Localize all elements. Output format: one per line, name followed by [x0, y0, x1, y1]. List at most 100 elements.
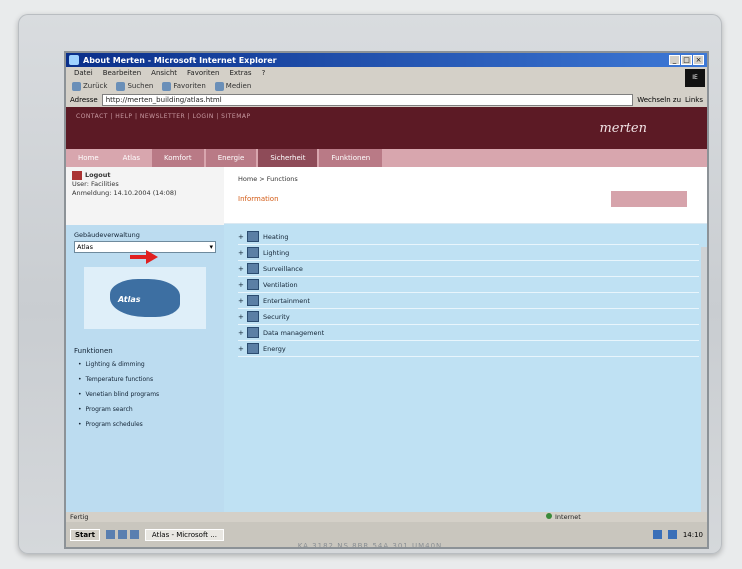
ventilation-icon	[247, 279, 259, 290]
list-item-label: Energy	[263, 344, 286, 353]
building-select-label: Gebäudeverwaltung	[74, 231, 140, 239]
go-button[interactable]: Wechseln zu	[637, 96, 681, 104]
breadcrumb[interactable]: Home > Functions	[238, 175, 298, 183]
list-item-label: Heating	[263, 232, 289, 241]
list-item[interactable]: + Lighting	[238, 245, 699, 261]
atlas-logo-text: Atlas	[118, 295, 141, 304]
logout-label: Logout	[85, 171, 111, 179]
menu-bar: Datei Bearbeiten Ansicht Favoriten Extra…	[66, 67, 707, 87]
list-item[interactable]: + Surveillance	[238, 261, 699, 277]
outlook-icon[interactable]	[129, 530, 139, 539]
back-icon	[72, 81, 81, 91]
list-item-label: Ventilation	[263, 280, 298, 289]
list-item[interactable]: + Ventilation	[238, 277, 699, 293]
link-program-search[interactable]: Program search	[78, 406, 224, 413]
sidebar: Logout User: Facilities Anmeldung: 14.10…	[66, 167, 224, 512]
window-title: About Merten - Microsoft Internet Explor…	[83, 55, 277, 65]
info-text: Information	[238, 195, 279, 203]
desktop-icon[interactable]	[105, 530, 115, 539]
clock: 14:10	[682, 530, 703, 539]
scrollbar[interactable]	[701, 247, 707, 547]
login-time: Anmeldung: 14.10.2004 (14:08)	[72, 189, 177, 197]
data-management-icon	[247, 327, 259, 338]
list-item[interactable]: + Security	[238, 309, 699, 325]
ie-quicklaunch-icon[interactable]	[117, 530, 127, 539]
menu-ansicht[interactable]: Ansicht	[151, 69, 177, 77]
status-bar: Fertig Internet	[66, 512, 707, 522]
function-list: + Heating + Lighting + Surveillance + Ventil…	[238, 229, 699, 357]
list-item-label: Surveillance	[263, 264, 303, 273]
link-program-schedules[interactable]: Program schedules	[78, 421, 224, 428]
web-page: CONTACT | HELP | NEWSLETTER | LOGIN | SI…	[66, 107, 707, 547]
close-button[interactable]: ×	[693, 55, 704, 65]
nav-energie[interactable]: Energie	[205, 149, 257, 167]
top-nav[interactable]: CONTACT | HELP | NEWSLETTER | LOGIN | SI…	[76, 113, 251, 120]
list-item[interactable]: + Heating	[238, 229, 699, 245]
merten-logo[interactable]: merten	[599, 121, 647, 136]
cloud-icon: Atlas	[110, 279, 180, 317]
search-button[interactable]: Suchen	[116, 81, 153, 91]
media-button[interactable]: Medien	[214, 81, 252, 91]
favorites-label: Favoriten	[173, 82, 206, 90]
lighting-icon	[247, 247, 259, 258]
logout-link[interactable]: Logout	[72, 171, 218, 180]
red-arrow-pointer	[130, 250, 158, 264]
window-titlebar[interactable]: About Merten - Microsoft Internet Explor…	[66, 53, 707, 67]
volume-icon[interactable]	[667, 530, 677, 539]
window-controls: _ □ ×	[669, 55, 704, 65]
taskbar-button-atlas[interactable]: Atlas - Microsoft ...	[144, 528, 224, 541]
list-item[interactable]: + Energy	[238, 341, 699, 357]
surveillance-icon	[247, 263, 259, 274]
list-item-label: Lighting	[263, 248, 290, 257]
network-icon[interactable]	[652, 530, 662, 539]
link-temperature[interactable]: Temperature functions	[78, 376, 224, 383]
user-box: Logout User: Facilities Anmeldung: 14.10…	[66, 167, 224, 225]
standard-toolbar: Zurück Suchen Favoriten Medien	[66, 79, 707, 93]
main-content: Home > Functions Information + Heating + L…	[224, 167, 707, 512]
menu-bearbeiten[interactable]: Bearbeiten	[103, 69, 141, 77]
menu-favoriten[interactable]: Favoriten	[187, 69, 219, 77]
energy-icon	[247, 343, 259, 354]
internet-zone: Internet	[546, 512, 581, 522]
link-lighting[interactable]: Lighting & dimming	[78, 361, 224, 368]
minimize-button[interactable]: _	[669, 55, 680, 65]
menu-help[interactable]: ?	[262, 69, 266, 77]
screen: About Merten - Microsoft Internet Explor…	[64, 51, 709, 549]
list-item[interactable]: + Data management	[238, 325, 699, 341]
start-button[interactable]: Start	[70, 528, 100, 541]
address-input[interactable]: http://merten_building/atlas.html	[101, 94, 634, 106]
ie-throbber: IE	[685, 69, 705, 87]
status-text: Fertig	[70, 513, 89, 521]
menu-datei[interactable]: Datei	[74, 69, 93, 77]
nav-sicherheit[interactable]: Sicherheit	[258, 149, 318, 167]
nav-home[interactable]: Home	[66, 149, 111, 167]
atlas-logo: Atlas	[84, 267, 206, 329]
ie-icon	[69, 55, 79, 65]
list-item-label: Entertainment	[263, 296, 310, 305]
nav-atlas[interactable]: Atlas	[111, 149, 152, 167]
action-button[interactable]	[611, 191, 687, 207]
list-item-label: Security	[263, 312, 290, 321]
security-icon	[247, 311, 259, 322]
list-item-label: Data management	[263, 328, 325, 337]
list-item[interactable]: + Entertainment	[238, 293, 699, 309]
user-name: User: Facilities	[72, 180, 119, 188]
maximize-button[interactable]: □	[681, 55, 692, 65]
nav-komfort[interactable]: Komfort	[151, 149, 204, 167]
quick-launch	[105, 530, 139, 539]
link-blinds[interactable]: Venetian blind programs	[78, 391, 224, 398]
function-links: Funktionen Lighting & dimming Temperatur…	[66, 347, 224, 428]
links-button[interactable]: Links	[685, 96, 703, 104]
back-button[interactable]: Zurück	[72, 81, 108, 91]
function-links-heading: Funktionen	[74, 347, 113, 355]
entertainment-icon	[247, 295, 259, 306]
favorites-button[interactable]: Favoriten	[162, 81, 206, 91]
menu-extras[interactable]: Extras	[229, 69, 251, 77]
media-label: Medien	[225, 82, 252, 90]
monitor-bezel: About Merten - Microsoft Internet Explor…	[18, 14, 722, 554]
back-label: Zurück	[83, 82, 108, 90]
main-header: Home > Functions Information	[224, 167, 707, 224]
site-header: CONTACT | HELP | NEWSLETTER | LOGIN | SI…	[66, 107, 707, 149]
nav-funktionen[interactable]: Funktionen	[319, 149, 383, 167]
address-label: Adresse	[70, 96, 98, 104]
